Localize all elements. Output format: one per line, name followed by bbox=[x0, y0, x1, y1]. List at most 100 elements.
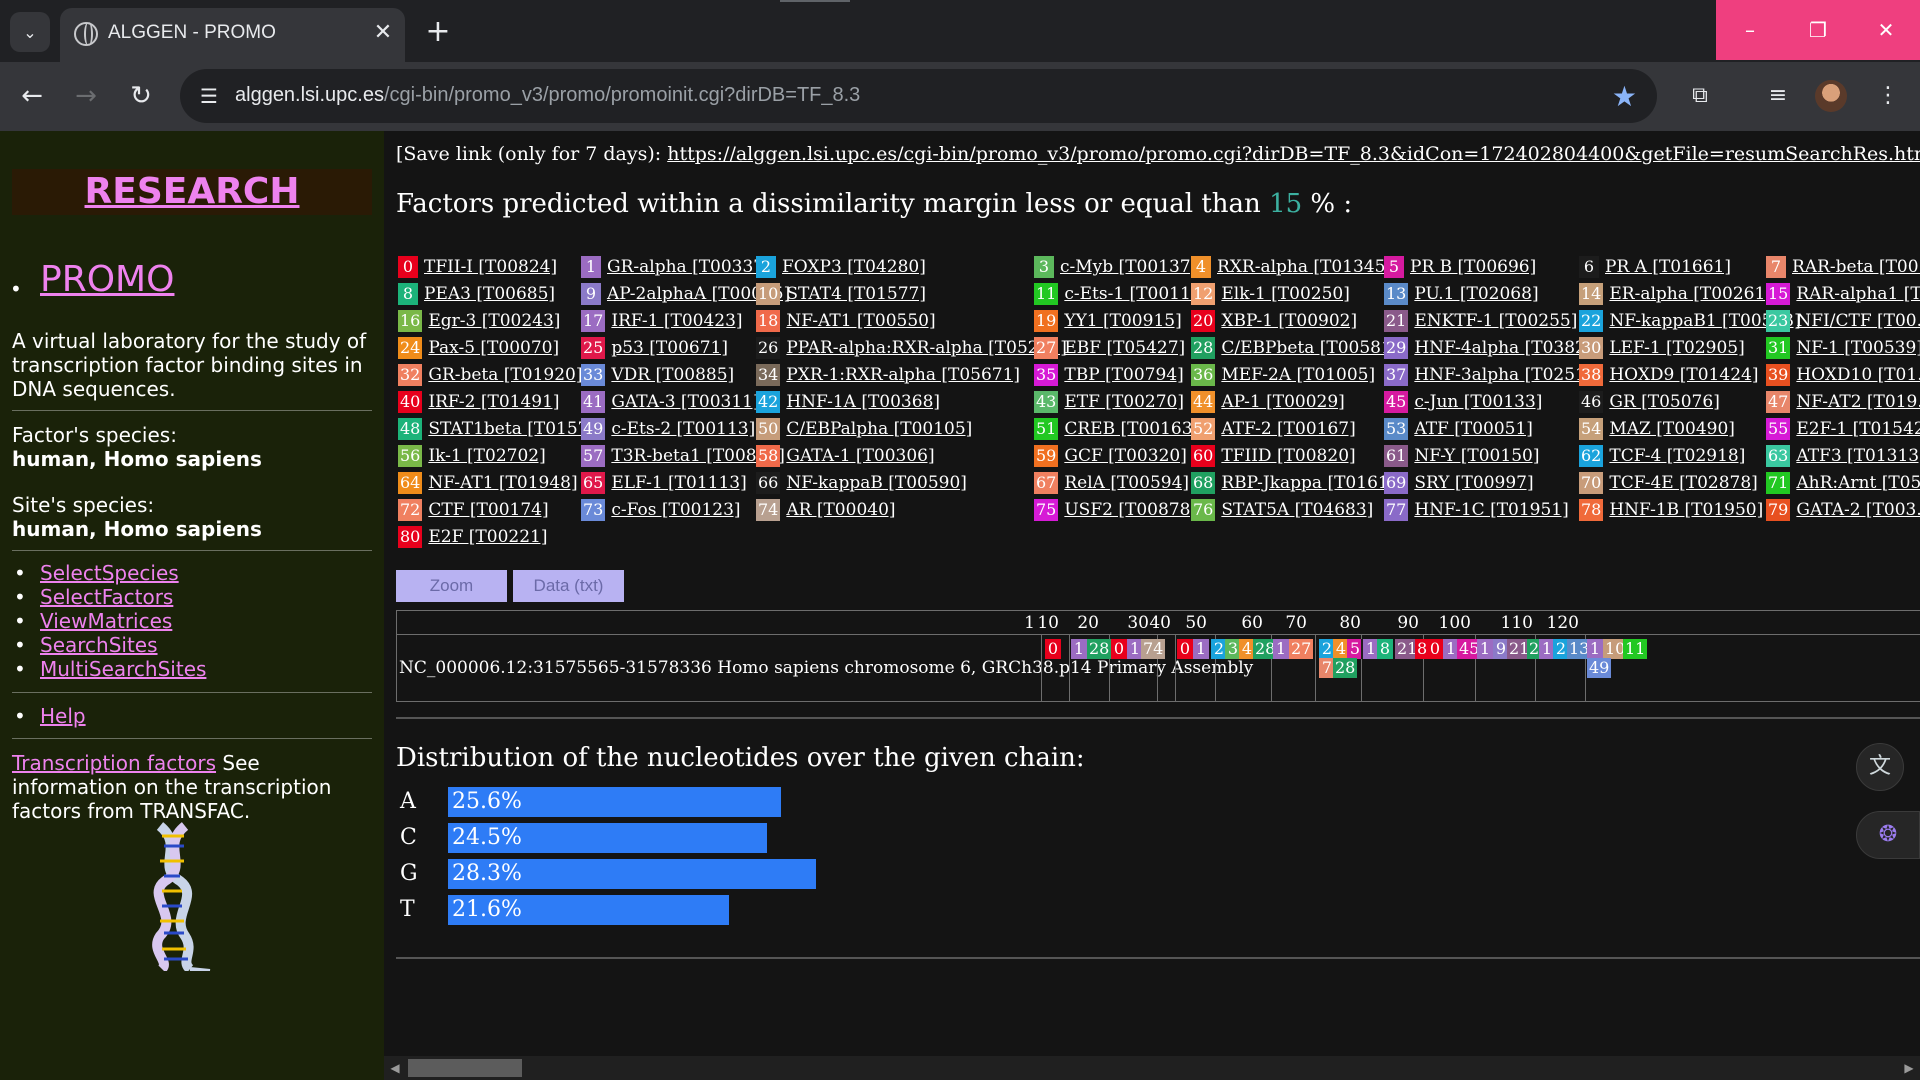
factor-link[interactable]: LEF-1 [T02905] bbox=[1609, 338, 1744, 358]
factor-link[interactable]: NF-kappaB [T00590] bbox=[786, 473, 967, 493]
factor-link[interactable]: ATF3 [T01313] bbox=[1796, 446, 1920, 466]
site-marker[interactable]: 27 bbox=[1289, 639, 1314, 659]
search-sites-link[interactable]: SearchSites bbox=[40, 633, 158, 657]
data-txt-button[interactable]: Data (txt) bbox=[513, 570, 624, 602]
avatar[interactable] bbox=[1815, 80, 1847, 112]
factor-link[interactable]: TCF-4 [T02918] bbox=[1609, 446, 1745, 466]
factor-link[interactable]: Ik-1 [T02702] bbox=[428, 446, 545, 466]
plus-icon[interactable]: + bbox=[420, 15, 456, 51]
factor-link[interactable]: ATF-2 [T00167] bbox=[1221, 419, 1355, 439]
factor-link[interactable]: IRF-1 [T00423] bbox=[611, 311, 742, 331]
factor-link[interactable]: Elk-1 [T00250] bbox=[1221, 284, 1350, 304]
view-matrices-link[interactable]: ViewMatrices bbox=[40, 609, 172, 633]
factor-link[interactable]: CTF [T00174] bbox=[428, 500, 548, 520]
factor-link[interactable]: VDR [T00885] bbox=[611, 365, 734, 385]
back-arrow-icon[interactable]: ← bbox=[12, 76, 52, 116]
factor-link[interactable]: HNF-3alpha [T02512] bbox=[1414, 365, 1603, 385]
site-marker[interactable]: 0 bbox=[1045, 639, 1061, 659]
site-marker[interactable]: 1 bbox=[1587, 639, 1603, 659]
puzzle-icon[interactable]: ⧉ bbox=[1680, 76, 1720, 116]
site-marker[interactable]: 1 bbox=[1193, 639, 1209, 659]
chevron-down-icon[interactable]: ⌄ bbox=[10, 12, 50, 52]
transcription-factors-link[interactable]: Transcription factors bbox=[12, 751, 216, 775]
factor-link[interactable]: GR [T05076] bbox=[1609, 392, 1719, 412]
factor-link[interactable]: PXR-1:RXR-alpha [T05671] bbox=[786, 365, 1020, 385]
factor-link[interactable]: GR-beta [T01920] bbox=[428, 365, 582, 385]
site-marker[interactable]: 0 bbox=[1177, 639, 1193, 659]
factor-link[interactable]: GATA-3 [T00311] bbox=[611, 392, 759, 412]
factor-link[interactable]: ETF [T00270] bbox=[1064, 392, 1184, 412]
factor-link[interactable]: HNF-1C [T01951] bbox=[1414, 500, 1568, 520]
factor-link[interactable]: STAT4 [T01577] bbox=[786, 284, 926, 304]
translate-icon[interactable]: 文 bbox=[1856, 743, 1904, 791]
factor-link[interactable]: GR-alpha [T00337] bbox=[607, 257, 771, 277]
factor-link[interactable]: NF-AT1 [T00550] bbox=[786, 311, 935, 331]
factor-link[interactable]: c-Ets-2 [T00113] bbox=[611, 419, 755, 439]
factor-link[interactable]: AR [T00040] bbox=[786, 500, 895, 520]
site-marker[interactable]: 74 bbox=[1141, 639, 1166, 659]
factor-link[interactable]: GATA-2 [T003... bbox=[1796, 500, 1920, 520]
site-marker[interactable]: 1 bbox=[1477, 639, 1493, 659]
factor-link[interactable]: ELF-1 [T01113] bbox=[611, 473, 746, 493]
factor-link[interactable]: NF-Y [T00150] bbox=[1414, 446, 1539, 466]
tune-icon[interactable]: ☰ bbox=[196, 83, 222, 109]
factor-link[interactable]: PPAR-alpha:RXR-alpha [T05221] bbox=[786, 338, 1066, 358]
factor-link[interactable]: RelA [T00594] bbox=[1064, 473, 1189, 493]
factor-link[interactable]: HNF-1A [T00368] bbox=[786, 392, 940, 412]
site-marker[interactable]: 28 bbox=[1333, 658, 1358, 678]
kebab-menu-icon[interactable]: ⋮ bbox=[1868, 76, 1908, 116]
factor-link[interactable]: c-Jun [T00133] bbox=[1414, 392, 1542, 412]
reload-icon[interactable]: ↻ bbox=[121, 76, 161, 116]
factor-link[interactable]: AhR:Arnt [T05... bbox=[1796, 473, 1920, 493]
close-window-button[interactable]: ✕ bbox=[1852, 0, 1920, 60]
site-marker[interactable]: 8 bbox=[1377, 639, 1393, 659]
media-control-icon[interactable]: ≡ bbox=[1758, 76, 1798, 116]
restore-button[interactable]: ❐ bbox=[1784, 0, 1852, 60]
factor-link[interactable]: GCF [T00320] bbox=[1064, 446, 1186, 466]
factor-link[interactable]: p53 [T00671] bbox=[611, 338, 728, 358]
factor-link[interactable]: RXR-alpha [T01345] bbox=[1217, 257, 1392, 277]
factor-link[interactable]: Egr-3 [T00243] bbox=[428, 311, 560, 331]
site-marker[interactable]: 11 bbox=[1623, 639, 1648, 659]
factor-link[interactable]: FOXP3 [T04280] bbox=[782, 257, 926, 277]
factor-link[interactable]: MEF-2A [T01005] bbox=[1221, 365, 1375, 385]
factor-link[interactable]: ATF [T00051] bbox=[1414, 419, 1533, 439]
factor-link[interactable]: HOXD9 [T01424] bbox=[1609, 365, 1758, 385]
star-icon[interactable]: ★ bbox=[1612, 80, 1637, 113]
factor-link[interactable]: XBP-1 [T00902] bbox=[1221, 311, 1357, 331]
scrollbar-thumb[interactable] bbox=[408, 1059, 522, 1077]
factor-link[interactable]: TCF-4E [T02878] bbox=[1609, 473, 1757, 493]
factor-link[interactable]: ER-alpha [T00261] bbox=[1609, 284, 1772, 304]
select-factors-link[interactable]: SelectFactors bbox=[40, 585, 173, 609]
factor-link[interactable]: c-Fos [T00123] bbox=[611, 500, 740, 520]
factor-link[interactable]: STAT1beta [T01573] bbox=[428, 419, 606, 439]
horizontal-scrollbar[interactable]: ◀ ▶ bbox=[384, 1056, 1920, 1080]
factor-link[interactable]: NF-AT1 [T01948] bbox=[428, 473, 577, 493]
help-link[interactable]: Help bbox=[40, 704, 86, 728]
factor-link[interactable]: YY1 [T00915] bbox=[1064, 311, 1181, 331]
factor-link[interactable]: C/EBPalpha [T00105] bbox=[786, 419, 972, 439]
factor-link[interactable]: RAR-alpha1 [T... bbox=[1796, 284, 1920, 304]
factor-link[interactable]: TFII-I [T00824] bbox=[424, 257, 557, 277]
factor-link[interactable]: C/EBPbeta [T00581] bbox=[1221, 338, 1398, 358]
factor-link[interactable]: USF2 [T00878] bbox=[1064, 500, 1197, 520]
minimize-button[interactable]: – bbox=[1716, 0, 1784, 60]
forward-arrow-icon[interactable]: → bbox=[66, 76, 106, 116]
factor-link[interactable]: Pax-5 [T00070] bbox=[428, 338, 559, 358]
factor-link[interactable]: AP-1 [T00029] bbox=[1221, 392, 1344, 412]
brain-icon[interactable]: ❂ bbox=[1856, 811, 1920, 859]
site-marker[interactable]: 1 bbox=[1071, 639, 1087, 659]
factor-link[interactable]: NF-AT2 [T019... bbox=[1796, 392, 1920, 412]
scroll-left-icon[interactable]: ◀ bbox=[386, 1059, 404, 1077]
factor-link[interactable]: MAZ [T00490] bbox=[1609, 419, 1735, 439]
factor-link[interactable]: E2F-1 [T01542] bbox=[1796, 419, 1920, 439]
factor-link[interactable]: IRF-2 [T01491] bbox=[428, 392, 559, 412]
factor-link[interactable]: PEA3 [T00685] bbox=[424, 284, 555, 304]
factor-link[interactable]: ENKTF-1 [T00255] bbox=[1414, 311, 1577, 331]
factor-link[interactable]: c-Myb [T00137] bbox=[1060, 257, 1197, 277]
scroll-right-icon[interactable]: ▶ bbox=[1900, 1059, 1918, 1077]
browser-tab[interactable]: ALGGEN - PROMO ✕ bbox=[60, 8, 405, 62]
factor-link[interactable]: NFI/CTF [T00... bbox=[1796, 311, 1920, 331]
promo-link[interactable]: PROMO bbox=[40, 259, 174, 300]
factor-link[interactable]: GATA-1 [T00306] bbox=[786, 446, 934, 466]
